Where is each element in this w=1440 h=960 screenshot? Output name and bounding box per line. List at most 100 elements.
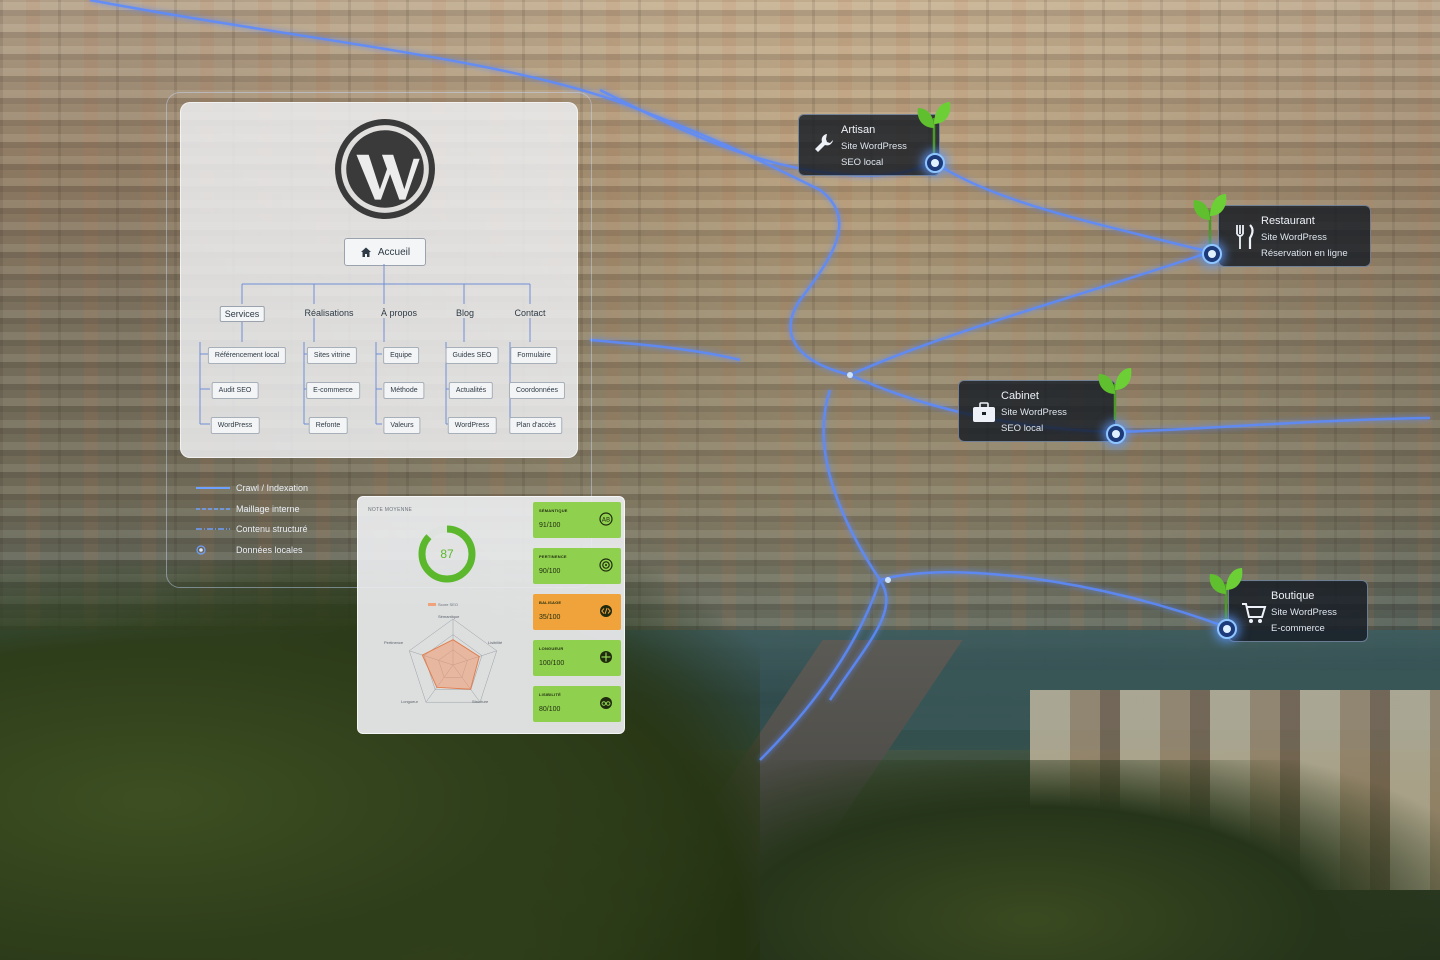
legend-label: Données locales (236, 544, 303, 555)
target-icon (599, 558, 613, 572)
wrench-icon (815, 134, 833, 152)
metric-pertinence: PERTINENCE 90/100 (533, 548, 621, 584)
card-boutique[interactable]: Boutique Site WordPress E-commerce (1228, 580, 1368, 642)
card-line: Site WordPress (1271, 607, 1337, 618)
legend-item: Maillage interne (196, 499, 308, 520)
card-title: Restaurant (1261, 215, 1315, 227)
card-title: Boutique (1271, 590, 1315, 602)
metric-name: LONGUEUR (539, 646, 564, 651)
metric-value: 90/100 (539, 568, 561, 575)
sitemap-page[interactable]: WordPress (447, 417, 497, 434)
ab-icon: AB (599, 512, 613, 526)
legend-label: Contenu structuré (236, 524, 308, 535)
metric-value: 80/100 (539, 706, 561, 713)
card-line: SEO local (841, 157, 884, 168)
card-title: Artisan (841, 124, 876, 136)
score-title: NOTE MOYENNE (368, 507, 413, 513)
sitemap-page[interactable]: Méthode (383, 382, 425, 399)
card-title: Cabinet (1001, 390, 1039, 402)
sitemap-page[interactable]: Sites vitrine (306, 347, 358, 364)
dashed-line-icon (196, 508, 230, 510)
cutlery-icon (1236, 224, 1254, 249)
location-pin[interactable] (1217, 619, 1237, 639)
route-boutique (879, 571, 1227, 629)
sitemap-page[interactable]: Plan d'accès (509, 417, 563, 434)
route-legend: Crawl / Indexation Maillage interne Cont… (196, 478, 308, 560)
sitemap-page[interactable]: Valeurs (383, 417, 421, 434)
route-south (822, 389, 888, 701)
metric-value: 91/100 (539, 522, 561, 529)
route-bridge (759, 579, 882, 761)
sitemap-page[interactable]: Formulaire (510, 347, 558, 364)
sitemap-connectors (199, 264, 531, 425)
legend-item: Données locales (196, 540, 308, 561)
metric-name: BALISAGE (539, 600, 562, 605)
sitemap-category[interactable]: Contact (510, 306, 549, 320)
radar-axis-label: Longueur (401, 699, 418, 704)
glasses-icon (600, 697, 612, 709)
sitemap-page[interactable]: WordPress (210, 417, 260, 434)
svg-text:AB: AB (602, 517, 610, 524)
sitemap-panel: Accueil Services Réalisations À propos B… (180, 102, 578, 458)
sitemap-page[interactable]: Coordonnées (508, 382, 566, 399)
route-node (847, 372, 853, 378)
seo-score-panel: NOTE MOYENNE 87 Score SEO Sémantique Lis… (357, 496, 625, 734)
location-pin[interactable] (925, 153, 945, 173)
sitemap-page[interactable]: E-commerce (306, 382, 360, 399)
sitemap-category[interactable]: Réalisations (300, 306, 357, 320)
card-line: Réservation en ligne (1261, 248, 1348, 259)
code-icon (600, 605, 612, 617)
city-scene: Accueil Services Réalisations À propos B… (0, 0, 1440, 960)
radar-axis-label: Structure (472, 699, 489, 704)
sitemap-page[interactable]: Actualités (448, 382, 494, 399)
metric-name: SÉMANTIQUE (539, 508, 568, 513)
route-cabinet (849, 373, 1431, 434)
route-main (849, 250, 1211, 377)
card-restaurant[interactable]: Restaurant Site WordPress Réservation en… (1218, 205, 1371, 267)
metric-value: 35/100 (539, 614, 561, 621)
sitemap-category[interactable]: Services (219, 306, 265, 322)
legend-item: Contenu structuré (196, 519, 308, 540)
move-icon (600, 651, 612, 663)
sprout-icon (917, 102, 951, 154)
radar-shape (421, 639, 480, 690)
radar-axis-label: Sémantique (438, 614, 460, 619)
legend-label: Maillage interne (236, 503, 300, 514)
sitemap-page[interactable]: Refonte (308, 417, 348, 434)
metric-lisibilite: LISIBILITÉ 80/100 (533, 686, 621, 722)
card-line: SEO local (1001, 423, 1044, 434)
briefcase-icon (973, 402, 995, 422)
metric-balisage: BALISAGE 35/100 (533, 594, 621, 630)
legend-item: Crawl / Indexation (196, 478, 308, 499)
card-line: Site WordPress (1261, 232, 1327, 243)
route-restaurant (933, 160, 1211, 254)
sitemap-page[interactable]: Equipe (383, 347, 419, 364)
radar-axis-label: Lisibilité (488, 640, 503, 645)
card-line: E-commerce (1271, 623, 1325, 634)
solid-line-icon (196, 487, 230, 490)
sitemap-page[interactable]: Audit SEO (211, 382, 259, 399)
sitemap-page[interactable]: Guides SEO (445, 347, 499, 364)
route-node (885, 577, 891, 583)
metric-name: PERTINENCE (539, 554, 567, 559)
metric-value: 100/100 (539, 660, 565, 667)
sitemap-page[interactable]: Référencement local (207, 347, 287, 364)
card-line: Site WordPress (1001, 407, 1067, 418)
sprout-icon (1193, 194, 1227, 246)
metric-longueur: LONGUEUR 100/100 (533, 640, 621, 676)
location-pin[interactable] (1106, 424, 1126, 444)
sprout-icon (1209, 568, 1243, 620)
metric-semantique: SÉMANTIQUE 91/100 AB (533, 502, 621, 538)
score-value: 87 (440, 547, 454, 561)
radar-legend-swatch (428, 603, 436, 606)
sitemap-category[interactable]: À propos (377, 306, 421, 320)
sitemap-category[interactable]: Blog (452, 306, 478, 320)
dash-dot-line-icon (196, 528, 230, 530)
location-pin[interactable] (1202, 244, 1222, 264)
radar-axis-label: Pertinence (384, 640, 404, 645)
node-icon (196, 545, 206, 555)
legend-label: Crawl / Indexation (236, 483, 309, 494)
metric-name: LISIBILITÉ (539, 692, 561, 697)
sprout-icon (1098, 368, 1132, 420)
card-line: Site WordPress (841, 141, 907, 152)
